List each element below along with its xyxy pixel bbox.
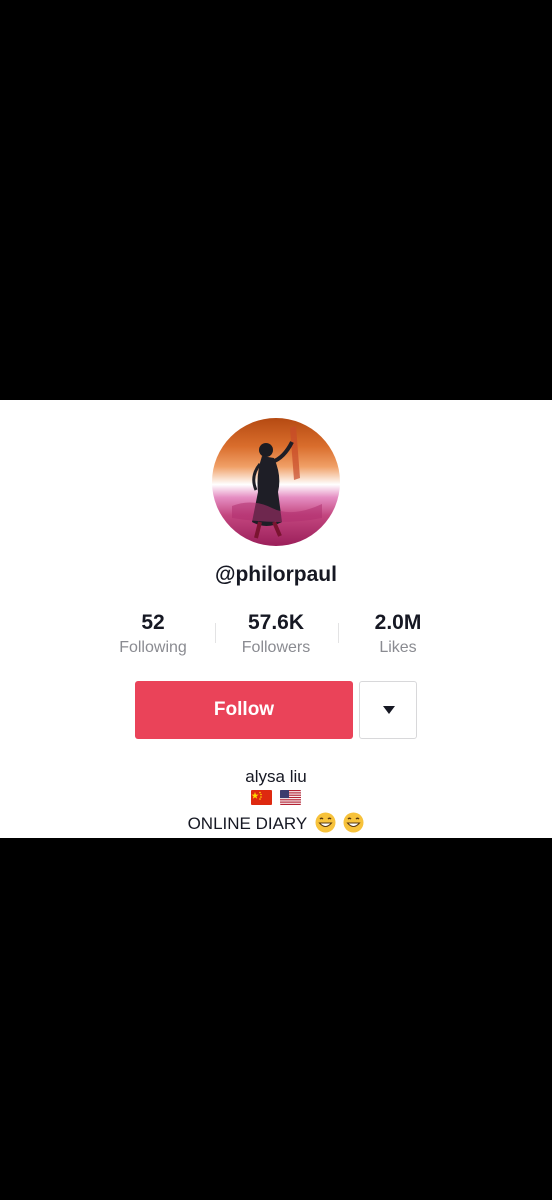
caret-down-icon	[383, 706, 395, 714]
follow-button[interactable]: Follow	[135, 681, 353, 739]
bio-text: ONLINE DIARY	[187, 814, 307, 833]
following-count: 52	[141, 611, 165, 634]
stat-likes: 2.0M Likes	[336, 611, 460, 658]
bio-name: alysa liu	[245, 767, 307, 786]
likes-count: 2.0M	[374, 611, 422, 634]
profile-header: @philorpaul 52 Following 57.6K Followers…	[0, 400, 552, 838]
following-label: Following	[119, 639, 187, 656]
china-flag-icon	[250, 790, 272, 806]
profile-stats: 52 Following 57.6K Followers 2.0M Likes	[0, 611, 552, 661]
profile-avatar[interactable]	[212, 418, 340, 546]
suggested-accounts-dropdown-button[interactable]	[359, 681, 417, 739]
bio-text-line: ONLINE DIARY	[0, 812, 552, 836]
top-letterbox	[0, 0, 552, 400]
grinning-face-icon	[343, 812, 364, 833]
bio-flags	[0, 789, 552, 811]
stat-followers[interactable]: 57.6K Followers	[214, 611, 338, 658]
usa-flag-icon	[280, 790, 302, 806]
likes-label: Likes	[379, 639, 417, 656]
stat-following[interactable]: 52 Following	[91, 611, 215, 658]
bottom-letterbox	[0, 838, 552, 1200]
followers-label: Followers	[241, 639, 311, 656]
avatar-illustration	[232, 426, 322, 539]
grinning-face-icon	[315, 812, 336, 833]
followers-count: 57.6K	[247, 611, 305, 634]
profile-bio: alysa liu ONLINE DIARY	[0, 766, 552, 836]
username: @philorpaul	[215, 563, 337, 586]
